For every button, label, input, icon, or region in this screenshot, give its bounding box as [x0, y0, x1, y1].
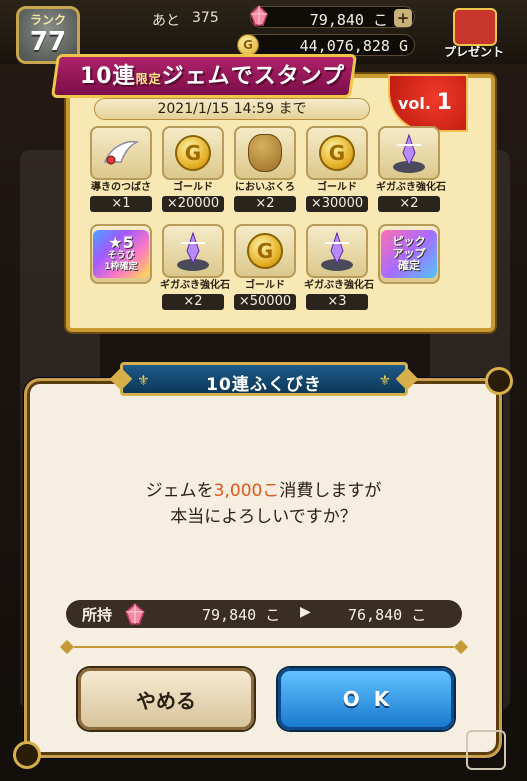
message-cost: 3,000こ [213, 481, 280, 501]
gold-coin-icon: G [237, 34, 259, 56]
gold-count: 44,076,828 G [299, 37, 408, 55]
gem-counter: 79,840 こ + [250, 4, 415, 29]
present-label: プレゼント [443, 45, 504, 59]
stamp-name: ギガぶき強化石 [304, 280, 374, 291]
rank-remain-label: あと [152, 13, 180, 29]
stamp-slot: G ゴールド ×20000 [160, 126, 226, 212]
stamp-qty: ×50000 [234, 294, 296, 310]
stamp-slot: 導きのつばさ ×1 [88, 126, 154, 212]
wing-icon [103, 140, 140, 165]
stamp-name: ゴールド [173, 182, 213, 193]
gold-counter: G 44,076,828 G [237, 34, 415, 56]
stamp-slot: ギガぶき強化石 ×3 [304, 224, 374, 310]
vol-text: vol. 1 [398, 90, 452, 115]
cancel-button[interactable]: やめる [78, 668, 254, 730]
stamp-qty: ×2 [378, 196, 440, 212]
corner-ornament-icon [13, 741, 41, 769]
divider [59, 639, 469, 655]
star5-ticket-icon: ★5 そうび 1枠確定 [93, 230, 149, 278]
stamp-name: においぶくろ [235, 182, 295, 193]
pickup-ticket-icon: ピック アップ 確定 [381, 230, 437, 278]
stamp-qty: ×2 [234, 196, 296, 212]
present-box-icon [453, 8, 497, 46]
stamp-name: ゴールド [317, 182, 357, 193]
corner-ornament-icon [485, 367, 513, 395]
gold-coin-icon: G [247, 233, 283, 269]
stamp-name: ギガぶき強化石 [376, 182, 446, 193]
stamp-deadline: 2021/1/15 14:59 まで [94, 98, 370, 120]
gold-coin-icon: G [319, 135, 355, 171]
rank-label: ランク [29, 13, 66, 27]
owned-after: 76,840 こ [348, 606, 427, 624]
owned-gems-bar: 所持 79,840 こ ▶ 76,840 こ [66, 600, 462, 628]
stamp-qty: ×2 [162, 294, 224, 310]
message-pre: ジェムを [145, 481, 214, 501]
present-button[interactable]: プレゼント [435, 4, 513, 62]
stamp-slot: ギガぶき強化石 ×2 [160, 224, 230, 310]
stamp-name: ゴールド [245, 280, 285, 291]
stamp-grid: 導きのつばさ ×1 G ゴールド ×20000 においぶくろ ×2 G ゴールド… [88, 126, 446, 322]
fleur-icon: ⚜ [378, 373, 391, 389]
giga-crystal-icon [177, 231, 209, 271]
gem-icon [250, 4, 268, 26]
gem-icon [125, 603, 145, 625]
add-gems-button[interactable]: + [394, 9, 412, 27]
stamp-qty: ×3 [306, 294, 368, 310]
stamp-qty: ×20000 [162, 196, 224, 212]
background-menu-icon [466, 730, 506, 770]
vol-label: vol. [398, 94, 431, 113]
confirm-message: ジェムを3,000こ消費しますが 本当によろしいですか？ [0, 478, 527, 530]
stamp-qty: ×30000 [306, 196, 368, 212]
stamp-slot: G ゴールド ×30000 [304, 126, 370, 212]
stamp-slot: ★5 そうび 1枠確定 [88, 224, 154, 284]
owned-before: 79,840 こ [202, 606, 281, 624]
stamp-slot: ピック アップ 確定 [376, 224, 442, 284]
scent-bag-icon [248, 134, 282, 172]
dialog-title-bar: ⚜ 10連ふくびき ⚜ [120, 362, 408, 396]
stamp-name: 導きのつばさ [91, 182, 151, 193]
stamp-qty: ×1 [90, 196, 152, 212]
owned-label: 所持 [82, 606, 113, 624]
ok-button[interactable]: OK [278, 668, 454, 730]
stamp-card-title: 10連限定ジェムでスタンプ [80, 58, 345, 90]
gold-coin-icon: G [175, 135, 211, 171]
stamp-slot: G ゴールド ×50000 [232, 224, 298, 310]
rank-remain-value: 375 [192, 10, 219, 26]
arrow-right-icon: ▶ [300, 604, 311, 620]
stamp-banner-prefix: 10連 [80, 64, 136, 89]
gem-count: 79,840 こ [309, 11, 388, 29]
stamp-banner-text: ジェムでスタンプ [161, 64, 345, 89]
message-post: 消費しますが [279, 481, 382, 501]
message-line2: 本当によろしいですか？ [170, 507, 357, 527]
giga-crystal-icon [393, 133, 425, 173]
giga-crystal-icon [321, 231, 353, 271]
stamp-slot: においぶくろ ×2 [232, 126, 298, 212]
vol-number: 1 [436, 90, 452, 115]
dialog-title: 10連ふくびき [206, 375, 322, 395]
stamp-slot: ギガぶき強化石 ×2 [376, 126, 446, 212]
stamp-name: ギガぶき強化石 [160, 280, 230, 291]
stamp-banner-limited: 限定 [135, 72, 162, 86]
rank-value: 77 [29, 27, 67, 57]
